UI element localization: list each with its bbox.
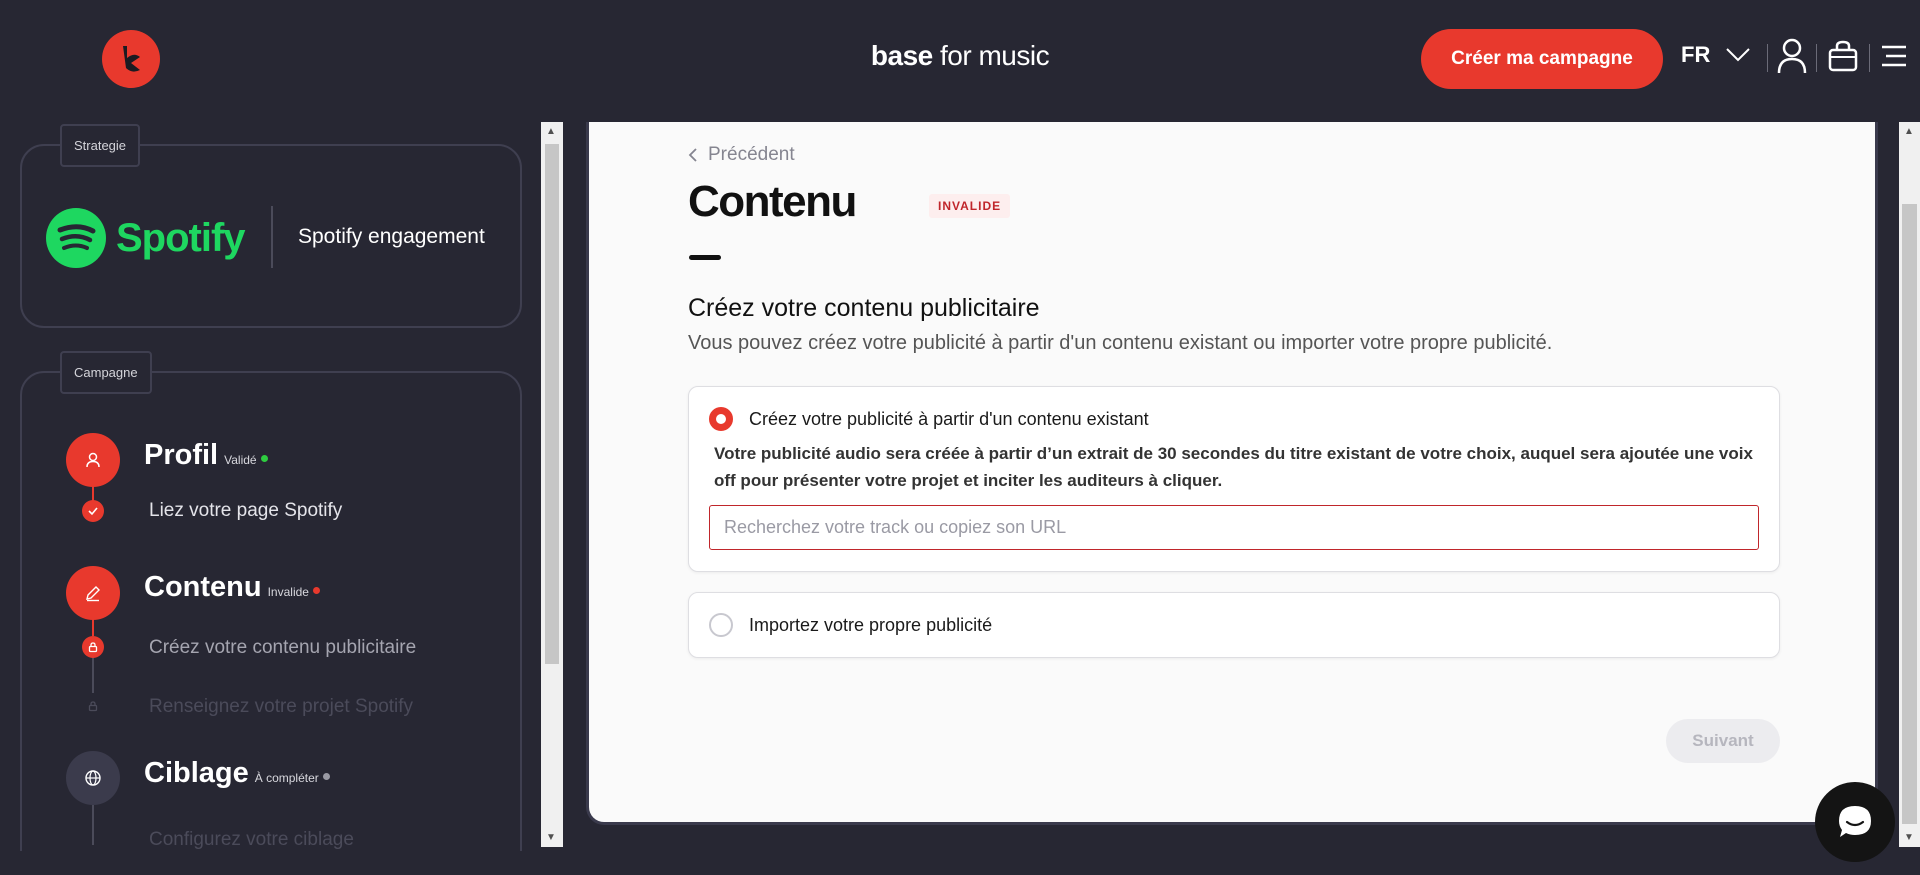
header-divider (1869, 44, 1870, 72)
spotify-wordmark: Spotify (116, 215, 246, 260)
substep-link-spotify[interactable]: Liez votre page Spotify (149, 500, 342, 522)
option-existing-description: Votre publicité audio sera créée à parti… (714, 444, 1753, 490)
radio-import-ad[interactable] (709, 613, 733, 637)
menu-icon[interactable] (1876, 36, 1912, 76)
create-campaign-button[interactable]: Créer ma campagne (1421, 29, 1663, 89)
substep-targeting[interactable]: Configurez votre ciblage (149, 829, 354, 851)
scroll-up-icon[interactable]: ▲ (546, 126, 556, 137)
status-dot (322, 773, 330, 780)
scroll-up-icon[interactable]: ▲ (1904, 126, 1914, 137)
substep-create-content[interactable]: Créez votre contenu publicitaire (149, 637, 416, 659)
status-dot (260, 455, 268, 462)
step-contenu-status: Invalide (267, 585, 309, 599)
status-badge: INVALIDE (929, 194, 1011, 218)
step-profil-status: Validé (224, 453, 257, 467)
step-contenu-title: Contenu (144, 571, 262, 603)
chevron-down-icon (1726, 48, 1751, 62)
substep-project-info[interactable]: Renseignez votre projet Spotify (149, 696, 413, 718)
language-selector[interactable]: FR (1681, 42, 1751, 68)
chat-launcher[interactable] (1815, 782, 1895, 862)
strategy-card[interactable]: Strategie Spotify Spotify engagement (20, 124, 522, 328)
track-search-input[interactable] (709, 505, 1759, 550)
sidebar-scrollbar[interactable]: ▲ ▼ (541, 122, 563, 847)
next-button[interactable]: Suivant (1666, 719, 1780, 763)
globe-icon (85, 770, 101, 786)
strategy-name: Spotify engagement (298, 225, 485, 248)
step-ciblage-title: Ciblage (144, 757, 249, 789)
section-description: Vous pouvez créez votre publicité à part… (688, 332, 1553, 354)
sidebar: Strategie Spotify Spotify engagement Cam… (0, 116, 541, 851)
title-underline (689, 255, 721, 260)
spotify-icon (46, 208, 106, 268)
back-link[interactable]: Précédent (688, 144, 795, 166)
option-import-ad[interactable]: Importez votre propre publicité (688, 592, 1780, 658)
section-title: Créez votre contenu publicitaire (688, 294, 1040, 322)
page-title: Contenu (688, 177, 857, 226)
lock-icon (82, 695, 104, 717)
radio-existing-content[interactable] (709, 407, 733, 431)
header-divider (1816, 44, 1817, 72)
profile-icon (86, 452, 100, 468)
step-profil-title: Profil (144, 439, 219, 471)
spotify-logo: Spotify (46, 208, 246, 268)
user-icon[interactable] (1774, 36, 1810, 76)
strategy-tag: Strategie (60, 124, 141, 167)
page-scroll-thumb[interactable] (1902, 204, 1917, 824)
scroll-down-icon[interactable]: ▼ (546, 832, 556, 843)
step-connector (92, 805, 94, 845)
status-dot (312, 587, 320, 594)
sidebar-scroll-thumb[interactable] (545, 144, 559, 664)
option-existing-content[interactable]: Créez votre publicité à partir d'un cont… (688, 386, 1780, 572)
check-icon (82, 500, 104, 522)
bag-icon[interactable] (1825, 36, 1861, 76)
top-header: base for music Créer ma campagne FR (0, 0, 1920, 116)
option-existing-label: Créez votre publicité à partir d'un cont… (749, 409, 1149, 429)
chat-icon (1839, 806, 1871, 837)
brand-rest: for music (932, 40, 1050, 71)
page-scrollbar[interactable]: ▲ ▼ (1899, 122, 1920, 847)
brand-bold: base (870, 40, 933, 71)
back-label: Précédent (708, 144, 795, 165)
header-divider (1767, 44, 1768, 72)
pencil-icon (86, 586, 100, 602)
campaign-tag: Campagne (60, 351, 152, 394)
scroll-down-icon[interactable]: ▼ (1904, 832, 1914, 843)
lock-icon (82, 636, 104, 658)
step-ciblage-status: À compléter (254, 771, 319, 785)
step-ciblage-circle[interactable] (66, 751, 120, 805)
step-profil-circle[interactable] (66, 433, 120, 487)
step-ciblage[interactable]: Ciblage À compléter (144, 757, 330, 790)
step-contenu-circle[interactable] (66, 566, 120, 620)
strategy-divider (271, 206, 273, 268)
chevron-left-icon (688, 148, 697, 162)
step-contenu[interactable]: Contenu Invalide (144, 571, 320, 604)
campaign-card: Campagne Profil Validé Liez votre page Sp… (20, 351, 522, 851)
language-code: FR (1681, 42, 1711, 67)
option-import-label: Importez votre propre publicité (749, 615, 993, 635)
content-panel: Précédent Contenu INVALIDE Créez votre c… (586, 122, 1878, 825)
step-profil[interactable]: Profil Validé (144, 439, 268, 472)
